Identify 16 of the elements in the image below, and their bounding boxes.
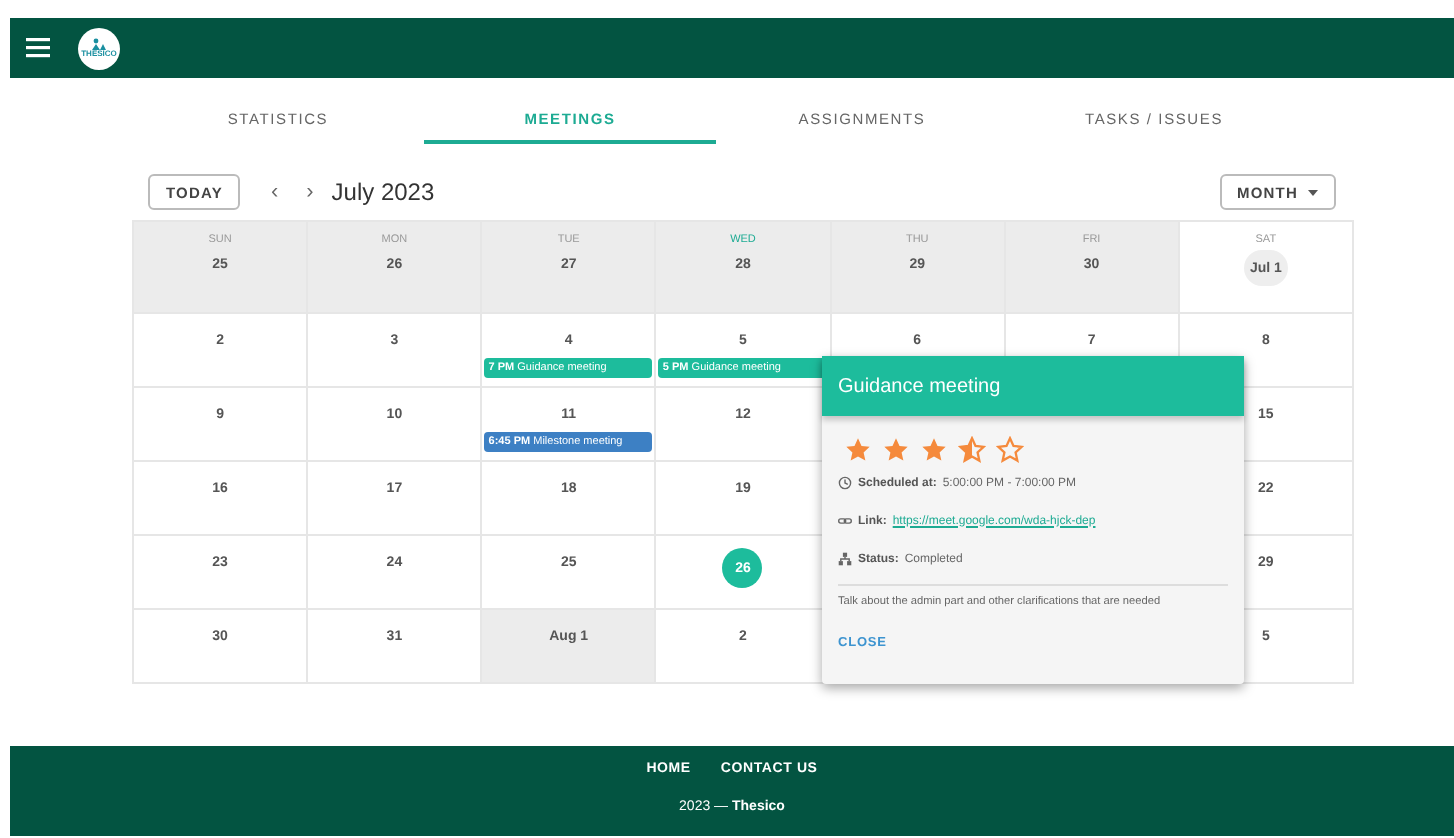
hierarchy-icon [838,552,852,566]
previous-button[interactable]: ‹ [264,180,285,204]
menu-icon[interactable] [26,36,54,60]
figure-icon [92,38,106,50]
half-star-icon[interactable] [958,436,986,464]
star-icon[interactable] [920,436,948,464]
star-icon[interactable] [844,436,872,464]
clock-icon [838,476,852,490]
next-button[interactable]: › [300,180,320,204]
popup-title: Guidance meeting [822,356,1244,416]
star-outline-icon[interactable] [996,436,1024,464]
link-icon [838,514,852,528]
caret-icon [1308,189,1318,195]
month-title: July 2023 [331,178,435,206]
star-icon[interactable] [882,436,910,464]
star-rating[interactable] [844,436,1024,464]
